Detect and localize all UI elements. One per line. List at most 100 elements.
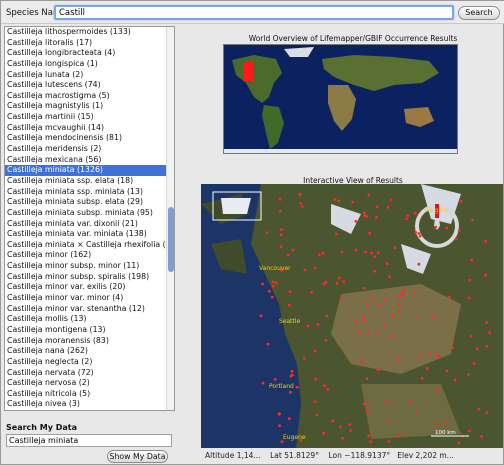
occurrence-point <box>367 193 371 197</box>
occurrence-point <box>316 323 320 326</box>
species-list-item[interactable]: Castilleja martinii (15) <box>5 112 167 123</box>
occurrence-point <box>290 369 294 373</box>
occurrence-point <box>338 276 341 280</box>
occurrence-point <box>289 390 292 394</box>
city-label-calgary: Calgary <box>425 207 448 214</box>
occurrence-point <box>485 344 489 348</box>
species-list-item[interactable]: Castilleja mollis (13) <box>5 314 167 325</box>
species-list-item[interactable]: Castilleja miniata ssp. elata (18) <box>5 176 167 187</box>
species-list-item[interactable]: Castilleja mendocinensis (81) <box>5 133 167 144</box>
occurrence-point <box>374 332 378 336</box>
species-list-item[interactable]: Castilleja nitricola (5) <box>5 389 167 400</box>
species-list-item[interactable]: Castilleja miniata × Castilleja rhexifol… <box>5 240 167 251</box>
species-list-item[interactable]: Castilleja minor (162) <box>5 250 167 261</box>
species-list-item[interactable]: Castilleja minor subsp. minor (11) <box>5 261 167 272</box>
occurrence-point <box>310 291 313 294</box>
occurrence-point <box>313 349 317 353</box>
occurrence-point <box>383 298 387 301</box>
occurrence-point <box>271 280 275 284</box>
occurrence-point <box>468 429 471 433</box>
world-overview-title: World Overview of Lifemapper/GBIF Occurr… <box>248 34 458 43</box>
occurrence-point <box>386 205 390 209</box>
species-list-item[interactable]: Castilleja longispica (1) <box>5 59 167 70</box>
occurrence-point <box>278 424 282 427</box>
occurrence-point <box>428 352 431 356</box>
occurrence-point <box>295 385 299 389</box>
species-list-item[interactable]: Castilleja minor var. minor (4) <box>5 293 167 304</box>
occurrence-point <box>278 197 282 201</box>
occurrence-point <box>468 278 472 282</box>
species-list-scrollbar[interactable] <box>166 27 174 410</box>
species-list-item[interactable]: Castilleja miniata subsp. elata (29) <box>5 197 167 208</box>
species-list-item[interactable]: Castilleja mcvaughii (14) <box>5 123 167 134</box>
scale-bar-label: 100 km <box>435 430 456 436</box>
occurrence-point <box>484 239 487 243</box>
species-list-item[interactable]: Castilleja moranensis (83) <box>5 336 167 347</box>
occurrence-point <box>280 228 283 231</box>
species-list-item[interactable]: Castilleja miniata var. miniata (138) <box>5 229 167 240</box>
occurrence-point <box>314 377 318 381</box>
species-list-item[interactable]: Castilleja nervosa (2) <box>5 378 167 389</box>
species-list-item[interactable]: Castilleja magnistylis (1) <box>5 101 167 112</box>
species-list-item[interactable]: Castilleja mexicana (56) <box>5 155 167 166</box>
species-list-item[interactable]: Castilleja minor var. exilis (20) <box>5 282 167 293</box>
species-list-item[interactable]: Castilleja nivea (3) <box>5 399 167 410</box>
species-list[interactable]: Castilleja lithospermoides (133) Castille… <box>5 27 167 410</box>
occurrence-point <box>470 258 473 262</box>
species-list-item[interactable]: Castilleja meridensis (2) <box>5 144 167 155</box>
species-list-item[interactable]: Castilleja montigena (13) <box>5 325 167 336</box>
occurrence-point <box>398 295 401 299</box>
occurrence-point <box>288 290 292 293</box>
species-list-item[interactable]: Castilleja nana (262) <box>5 346 167 357</box>
show-my-data-button[interactable]: Show My Data <box>107 450 168 463</box>
city-label-portland: Portland <box>269 383 294 390</box>
search-button[interactable]: Search <box>458 6 500 20</box>
scrollbar-thumb[interactable] <box>168 207 174 272</box>
species-list-item[interactable]: Castilleja lunata (2) <box>5 70 167 81</box>
occurrence-point <box>365 408 369 412</box>
species-list-item[interactable]: Castilleja nervata (72) <box>5 368 167 379</box>
interactive-map[interactable]: Calgary Vancouver Seattle Portland Eugen… <box>201 184 503 448</box>
species-list-item[interactable]: Castilleja litoralis (17) <box>5 38 167 49</box>
world-overview-map[interactable] <box>223 44 458 154</box>
occurrence-point <box>376 368 380 372</box>
species-list-item[interactable]: Castilleja minor subsp. spiralis (198) <box>5 272 167 283</box>
occurrence-point <box>477 407 481 411</box>
occurrence-point <box>420 376 424 380</box>
occurrence-point <box>406 214 409 217</box>
occurrence-point <box>259 314 263 318</box>
occurrence-point <box>369 440 373 443</box>
species-list-item[interactable]: Castilleja minor var. stenantha (12) <box>5 304 167 315</box>
occurrence-point <box>377 303 381 307</box>
occurrence-point <box>333 198 337 201</box>
occurrence-point <box>445 369 449 373</box>
occurrence-point <box>302 357 306 360</box>
species-name-input[interactable] <box>54 5 454 20</box>
occurrence-point <box>417 232 421 235</box>
species-list-item[interactable]: Castilleja miniata (1326) <box>5 165 167 176</box>
occurrence-point <box>445 226 449 230</box>
species-list-item[interactable]: Castilleja miniata var. dixonii (21) <box>5 219 167 230</box>
species-list-item[interactable]: Castilleja macrostigma (5) <box>5 91 167 102</box>
species-list-item[interactable]: Castilleja miniata subsp. miniata (95) <box>5 208 167 219</box>
occurrence-point <box>362 286 366 290</box>
occurrence-point <box>335 282 339 285</box>
occurrence-point <box>354 320 357 323</box>
map-status-bar: Altitude 1,14... Lat 51.8129° Lon −118.9… <box>201 449 503 462</box>
occurrence-point <box>358 330 361 333</box>
occurrence-point <box>412 290 416 294</box>
species-list-item[interactable]: Castilleja longibracteata (4) <box>5 48 167 59</box>
occurrence-point <box>279 245 283 248</box>
species-list-item[interactable]: Castilleja lutescens (74) <box>5 80 167 91</box>
occurrence-point <box>414 231 418 234</box>
occurrence-point <box>325 314 329 318</box>
occurrence-point <box>436 388 439 391</box>
occurrence-point <box>376 251 380 255</box>
species-list-item[interactable]: Castilleja neglecta (2) <box>5 357 167 368</box>
species-list-item[interactable]: Castilleja lithospermoides (133) <box>5 27 167 38</box>
occurrence-point <box>299 202 302 205</box>
search-my-data-input[interactable] <box>6 434 172 447</box>
occurrence-point <box>315 413 319 417</box>
species-list-item[interactable]: Castilleja miniata ssp. miniata (13) <box>5 187 167 198</box>
occurrence-point <box>434 225 437 229</box>
